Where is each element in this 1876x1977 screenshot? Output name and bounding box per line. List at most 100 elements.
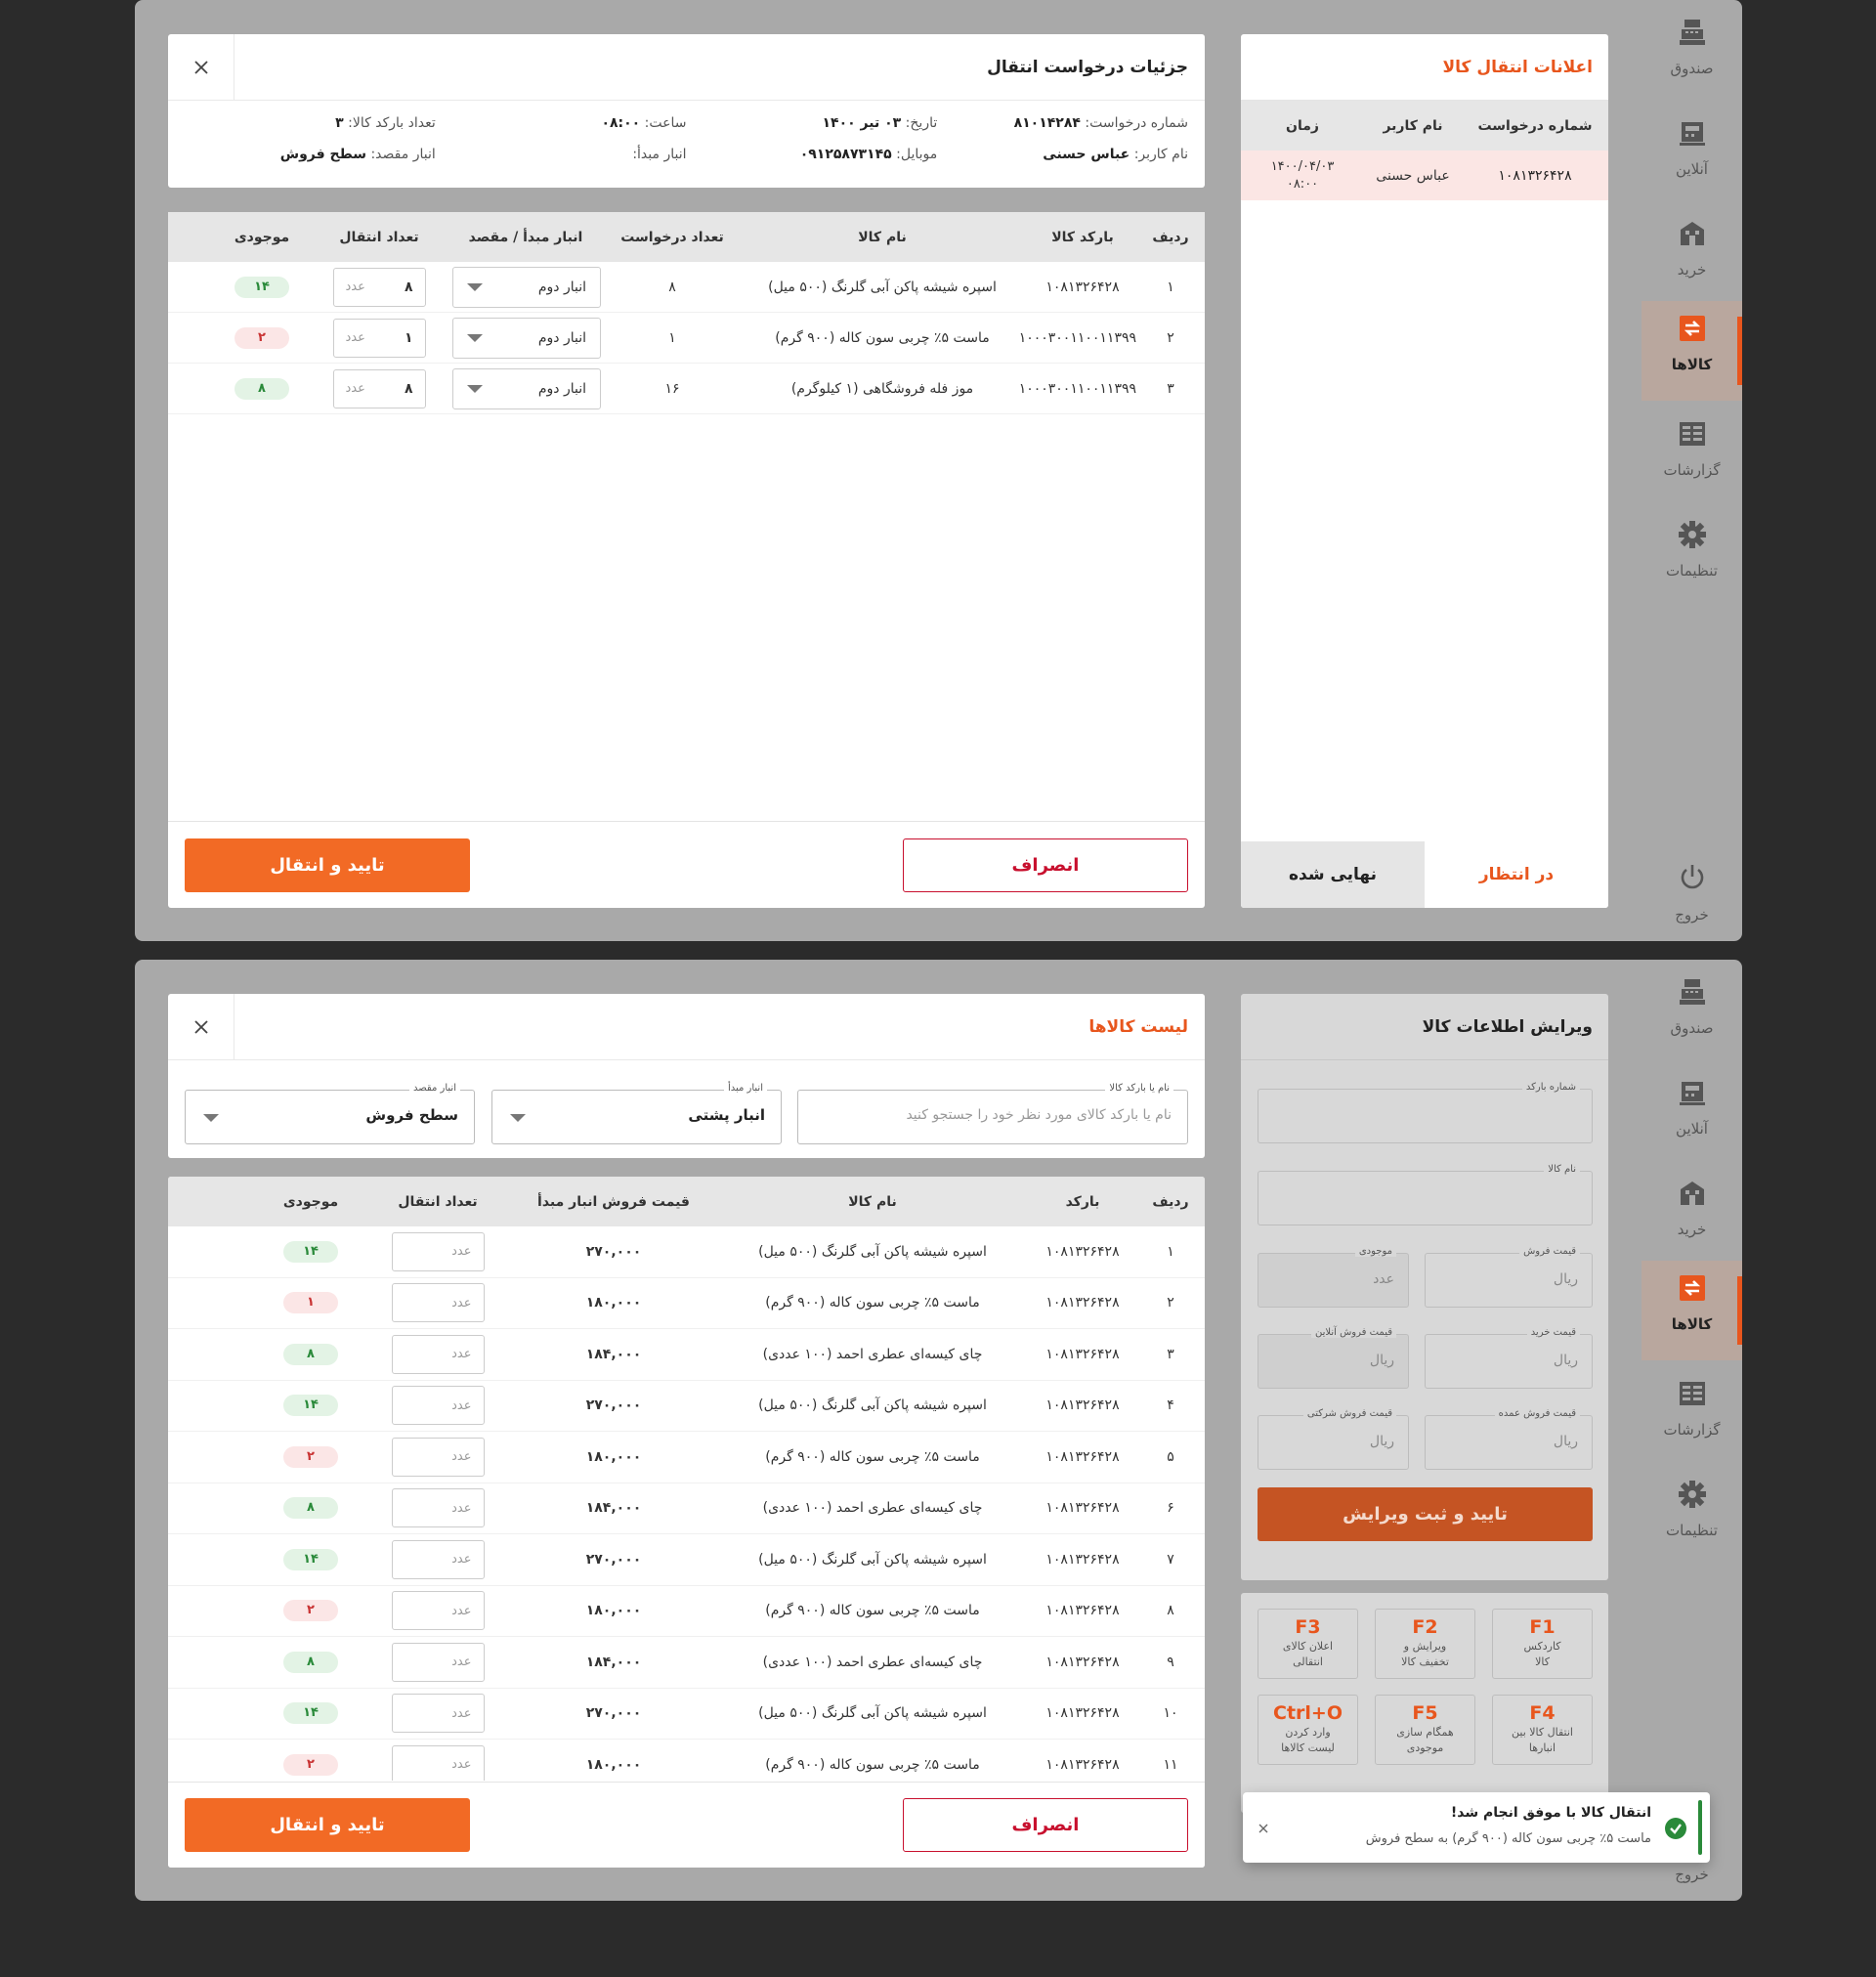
nav-item-reports[interactable]: گزارشات [1642, 1366, 1742, 1466]
row-stock-cell: ۲ [257, 1600, 364, 1622]
table-row[interactable]: ۳ ۱۰۸۱۳۲۶۴۲۸ چای کیسه‌ای عطری احمد (۱۰۰ … [168, 1329, 1205, 1381]
table-row[interactable]: ۱۰ ۱۰۸۱۳۲۶۴۲۸ اسپره شیشه پاکن آبی گلرنگ … [168, 1689, 1205, 1740]
transfer-qty-input[interactable]: عدد [391, 1283, 485, 1323]
confirm-transfer-button[interactable]: تایید و انتقال [185, 838, 470, 892]
nav-item-products[interactable]: کالاها [1642, 1261, 1742, 1360]
table-row[interactable]: ۶ ۱۰۸۱۳۲۶۴۲۸ چای کیسه‌ای عطری احمد (۱۰۰ … [168, 1483, 1205, 1534]
nav-label: آنلاین [1676, 1120, 1708, 1138]
table-row[interactable]: ۴ ۱۰۸۱۳۲۶۴۲۸ اسپره شیشه پاکن آبی گلرنگ (… [168, 1381, 1205, 1432]
shortcut-f2[interactable]: F2 ویرایش و تخفیف کالا [1375, 1609, 1475, 1679]
shortcut-key: F5 [1412, 1702, 1438, 1724]
table-row[interactable]: ۲ ۱۰۸۱۳۲۶۴۲۸ ماست ۵٪ چربی سون کاله (۹۰۰ … [168, 1278, 1205, 1329]
warehouse-select[interactable]: انبار دوم [452, 266, 601, 308]
products-table-header: ردیف بارکد نام کالا قیمت فروش انبار مبدأ… [168, 1177, 1205, 1226]
cancel-button[interactable]: انصراف [903, 1798, 1188, 1852]
transfer-qty-input[interactable]: عدد [391, 1694, 485, 1734]
product-name-field[interactable]: نام کالا [1258, 1164, 1593, 1225]
wholesale-price-label: قیمت فروش عمده [1494, 1408, 1580, 1419]
toast-message: ماست ۵٪ چربی سون کاله (۹۰۰ گرم) به سطح ف… [1365, 1831, 1651, 1846]
source-warehouse-select[interactable]: انبار مبدأ انبار پشتی [491, 1083, 782, 1144]
transfer-qty-input[interactable]: عدد [391, 1334, 485, 1374]
shortcut-f4[interactable]: F4 انتقال کالا بین انبارها [1492, 1695, 1593, 1765]
transfer-qty-input[interactable]: عدد [391, 1488, 485, 1528]
submit-edit-button[interactable]: تایید و ثبت ویرایش [1258, 1487, 1593, 1541]
nav-item-settings[interactable]: تنظیمات [1642, 1467, 1742, 1567]
table-row[interactable]: ۸ ۱۰۸۱۳۲۶۴۲۸ ماست ۵٪ چربی سون کاله (۹۰۰ … [168, 1586, 1205, 1637]
buy-price-field[interactable]: قیمت خرید ریال [1425, 1327, 1593, 1389]
row-warehouse-cell: انبار دوم [443, 367, 609, 409]
notification-row[interactable]: ۱۰۸۱۳۲۶۴۲۸ عباس حسنی ۱۴۰۰/۰۴/۰۳ ۰۸:۰۰ [1241, 150, 1608, 200]
transfer-qty-input[interactable]: عدد [391, 1539, 485, 1579]
corporate-price-label: قیمت فروش شرکتی [1302, 1408, 1396, 1419]
row-source-price: ۲۷۰,۰۰۰ [585, 1705, 642, 1722]
row-stock-cell: ۱۴ [257, 1702, 364, 1725]
shortcut-f5[interactable]: F5 همگام سازی موجودی [1375, 1695, 1475, 1765]
shortcut-f1[interactable]: F1 کاردکس کالا [1492, 1609, 1593, 1679]
nav-item-cash-register[interactable]: صندوق [1642, 965, 1742, 1064]
col-requested-qty: تعداد درخواست [620, 229, 724, 245]
row-stock-cell: ۸ [257, 1651, 364, 1673]
table-row[interactable]: ۵ ۱۰۸۱۳۲۶۴۲۸ ماست ۵٪ چربی سون کاله (۹۰۰ … [168, 1432, 1205, 1483]
shortcut-ctrl-o[interactable]: Ctrl+O وارد کردن لیست کالاها [1258, 1695, 1358, 1765]
row-product-name: اسپره شیشه پاکن آبی گلرنگ (۵۰۰ میل) [758, 1551, 987, 1568]
sale-price-field[interactable]: قیمت فروش ریال [1425, 1246, 1593, 1308]
tab-final[interactable]: نهایی شده [1241, 841, 1425, 908]
nav-item-purchase[interactable]: خرید [1642, 1166, 1742, 1266]
nav-item-cash-register[interactable]: صندوق [1642, 5, 1742, 105]
stock-badge: ۲ [283, 1445, 338, 1468]
corporate-price-field[interactable]: قیمت فروش شرکتی ریال [1258, 1408, 1409, 1470]
transfer-qty-input[interactable]: عدد [391, 1744, 485, 1781]
nav-label: خرید [1677, 1221, 1707, 1238]
barcode-field-label: شماره بارکد [1521, 1082, 1580, 1093]
search-label: نام یا بارکد کالا [1105, 1083, 1173, 1094]
nav-item-purchase[interactable]: خرید [1642, 206, 1742, 306]
transfer-qty-input[interactable]: ۱ عدد [332, 318, 426, 358]
transfer-qty-input[interactable]: عدد [391, 1437, 485, 1477]
stock-badge: ۸ [283, 1343, 338, 1365]
dest-warehouse-select[interactable]: انبار مقصد سطح فروش [185, 1083, 475, 1144]
close-button[interactable] [168, 33, 234, 101]
transfer-qty-input[interactable]: ۸ عدد [332, 368, 426, 408]
table-row[interactable]: ۱ ۱۰۸۱۳۲۶۴۲۸ اسپره شیشه پاکن آبی گلرنگ (… [168, 1226, 1205, 1278]
corporate-price-unit: ریال [1369, 1434, 1394, 1449]
close-icon[interactable] [1258, 1824, 1268, 1833]
row-source-price: ۲۷۰,۰۰۰ [585, 1551, 642, 1568]
transfer-qty-input[interactable]: عدد [391, 1591, 485, 1631]
shortcut-f3[interactable]: F3 اعلان کالای انتقالی [1258, 1609, 1358, 1679]
row-requested-qty: ۸ [668, 279, 676, 295]
close-button[interactable] [168, 993, 234, 1060]
nav-item-reports[interactable]: گزارشات [1642, 407, 1742, 506]
barcode-field[interactable]: شماره بارکد [1258, 1082, 1593, 1143]
transfer-qty-input[interactable]: عدد [391, 1642, 485, 1682]
row-qty-cell: عدد [364, 1488, 511, 1528]
warehouse-select[interactable]: انبار دوم [452, 317, 601, 359]
success-toast: انتقال کالا با موفق انجام شد! ماست ۵٪ چر… [1243, 1792, 1710, 1863]
shortcut-label: کاردکس [1523, 1640, 1561, 1653]
nav-item-online[interactable]: آنلاین [1642, 1065, 1742, 1165]
tab-pending[interactable]: در انتظار [1425, 841, 1608, 908]
nav-item-settings[interactable]: تنظیمات [1642, 507, 1742, 607]
warehouse-select[interactable]: انبار دوم [452, 367, 601, 409]
nav-item-products[interactable]: کالاها [1642, 301, 1742, 401]
nav-item-online[interactable]: آنلاین [1642, 106, 1742, 205]
cancel-button[interactable]: انصراف [903, 838, 1188, 892]
confirm-transfer-button[interactable]: تایید و انتقال [185, 1798, 470, 1852]
stock-badge: ۲ [283, 1753, 338, 1776]
table-row[interactable]: ۱۱ ۱۰۸۱۳۲۶۴۲۸ ماست ۵٪ چربی سون کاله (۹۰۰… [168, 1740, 1205, 1781]
qty-unit: عدد [451, 1347, 472, 1362]
wholesale-price-field[interactable]: قیمت فروش عمده ریال [1425, 1408, 1593, 1470]
table-row[interactable]: ۷ ۱۰۸۱۳۲۶۴۲۸ اسپره شیشه پاکن آبی گلرنگ (… [168, 1534, 1205, 1586]
transfer-qty-input[interactable]: ۸ عدد [332, 267, 426, 307]
transfer-qty-input[interactable]: عدد [391, 1386, 485, 1426]
transfer-qty-input[interactable]: عدد [391, 1231, 485, 1271]
search-input[interactable]: نام یا بارکد کالا نام یا بارکد کالای مور… [797, 1083, 1188, 1144]
row-barcode: ۱۰۸۱۳۲۶۴۲۸ [1045, 1397, 1120, 1414]
request-clock: ۰۸:۰۰ [1286, 176, 1319, 192]
nav-label: صندوق [1670, 1019, 1714, 1037]
gear-icon [1678, 1481, 1706, 1508]
table-row[interactable]: ۹ ۱۰۸۱۳۲۶۴۲۸ چای کیسه‌ای عطری احمد (۱۰۰ … [168, 1637, 1205, 1689]
dialog-title: جزئیات درخواست انتقال [987, 57, 1188, 77]
nav-item-logout[interactable]: خروج [1642, 861, 1742, 924]
row-qty-cell: عدد [364, 1437, 511, 1477]
transfer-items-card: ردیف بارکد کالا نام کالا تعداد درخواست ا… [168, 212, 1205, 908]
